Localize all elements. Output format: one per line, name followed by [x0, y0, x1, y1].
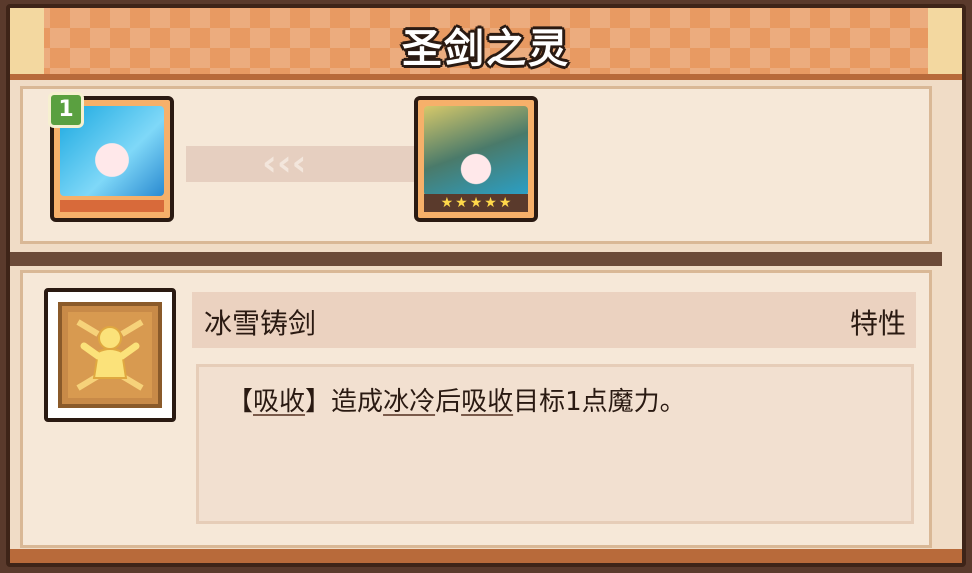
- keyword-absorb-link[interactable]: 吸收: [253, 387, 305, 417]
- star-icon: ★: [440, 195, 454, 211]
- desc-text: 造成: [331, 387, 384, 417]
- hero-card-bar: [60, 200, 164, 212]
- star-icon: ★: [469, 195, 483, 211]
- star-rating: ★ ★ ★ ★ ★: [424, 194, 528, 212]
- desc-text: 目标1点魔力。: [513, 387, 686, 417]
- modal-frame: 圣剑之灵 ‹‹‹ 1 ★ ★ ★ ★ ★ 冰雪铸剑 特性 【吸收】造成冰冷后吸收…: [0, 0, 972, 573]
- golden-figure-icon: [58, 302, 162, 408]
- page-title: 圣剑之灵: [402, 26, 570, 72]
- skill-name-bar: 冰雪铸剑 特性: [192, 292, 916, 348]
- keyword-cold-link[interactable]: 冰冷: [383, 387, 435, 417]
- bracket-close: 】: [305, 387, 332, 417]
- skill-name: 冰雪铸剑: [204, 307, 317, 340]
- star-icon: ★: [498, 195, 512, 211]
- star-icon: ★: [484, 195, 497, 211]
- bracket-open: 【: [227, 387, 254, 417]
- skill-type-label: 特性: [849, 307, 906, 340]
- star-icon: ★: [455, 195, 468, 211]
- skill-icon-frame[interactable]: [44, 288, 176, 422]
- skill-description: 【吸收】造成冰冷后吸收目标1点魔力。: [227, 381, 686, 418]
- hero-portrait-evolved: [424, 106, 528, 196]
- keyword-absorb-link[interactable]: 吸收: [461, 387, 513, 417]
- level-badge: 1: [48, 92, 84, 128]
- bottom-border: [10, 549, 962, 563]
- hero-card-evolved[interactable]: ★ ★ ★ ★ ★: [414, 96, 538, 222]
- evolution-arrow-icon: ‹‹‹: [262, 143, 307, 184]
- desc-text: 后: [435, 387, 462, 417]
- hero-card-current[interactable]: 1: [48, 92, 174, 222]
- skill-description-box: 【吸收】造成冰冷后吸收目标1点魔力。: [196, 364, 914, 524]
- title-bar: 圣剑之灵: [10, 8, 962, 80]
- section-divider: [10, 252, 942, 266]
